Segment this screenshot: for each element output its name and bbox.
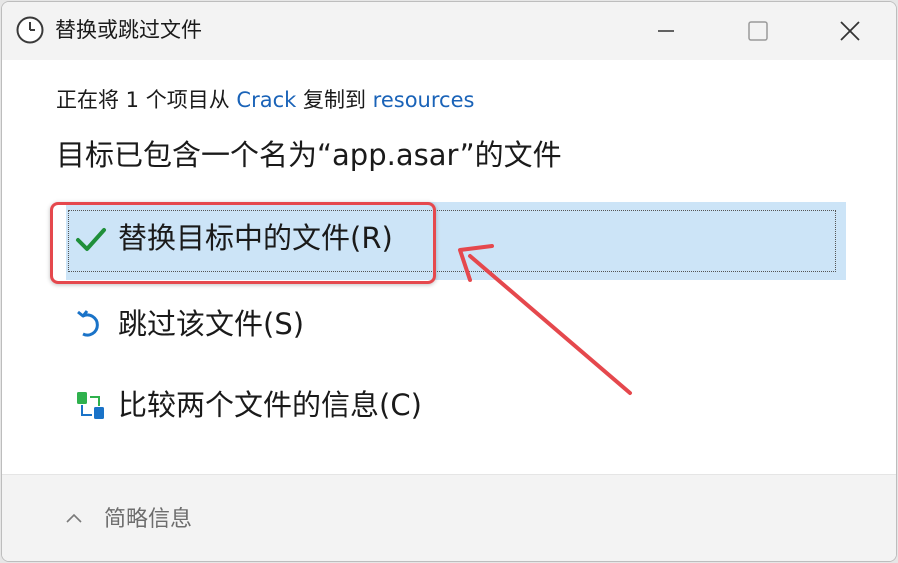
window-title: 替换或跳过文件 [55,18,202,42]
title-bar: 替换或跳过文件 [2,2,896,60]
undo-arrow-icon [77,310,99,337]
minimize-icon [658,30,674,32]
source-folder-link[interactable]: Crack [236,88,296,112]
maximize-icon [748,21,768,41]
close-icon [840,21,860,41]
copy-status-middle: 复制到 [302,88,366,112]
maximize-button[interactable] [712,2,804,60]
chevron-up-icon[interactable] [64,508,84,528]
destination-folder-link[interactable]: resources [373,88,475,112]
compare-files-label: 比较两个文件的信息(C) [118,388,422,422]
compare-files-icon [77,392,104,419]
clock-icon [16,16,44,44]
close-button[interactable] [804,2,896,60]
skip-file-option[interactable]: 跳过该文件(S) [66,288,846,360]
skip-file-label: 跳过该文件(S) [118,307,305,341]
annotation-highlight-box [50,202,436,284]
conflict-heading: 目标已包含一个名为“app.asar”的文件 [56,138,562,172]
minimize-button[interactable] [620,2,712,60]
copy-status-prefix: 正在将 1 个项目从 [56,88,230,112]
compare-files-option[interactable]: 比较两个文件的信息(C) [66,369,846,441]
copy-status-text: 正在将 1 个项目从 Crack 复制到 resources [56,86,474,114]
fewer-details-toggle[interactable]: 简略信息 [104,505,192,535]
